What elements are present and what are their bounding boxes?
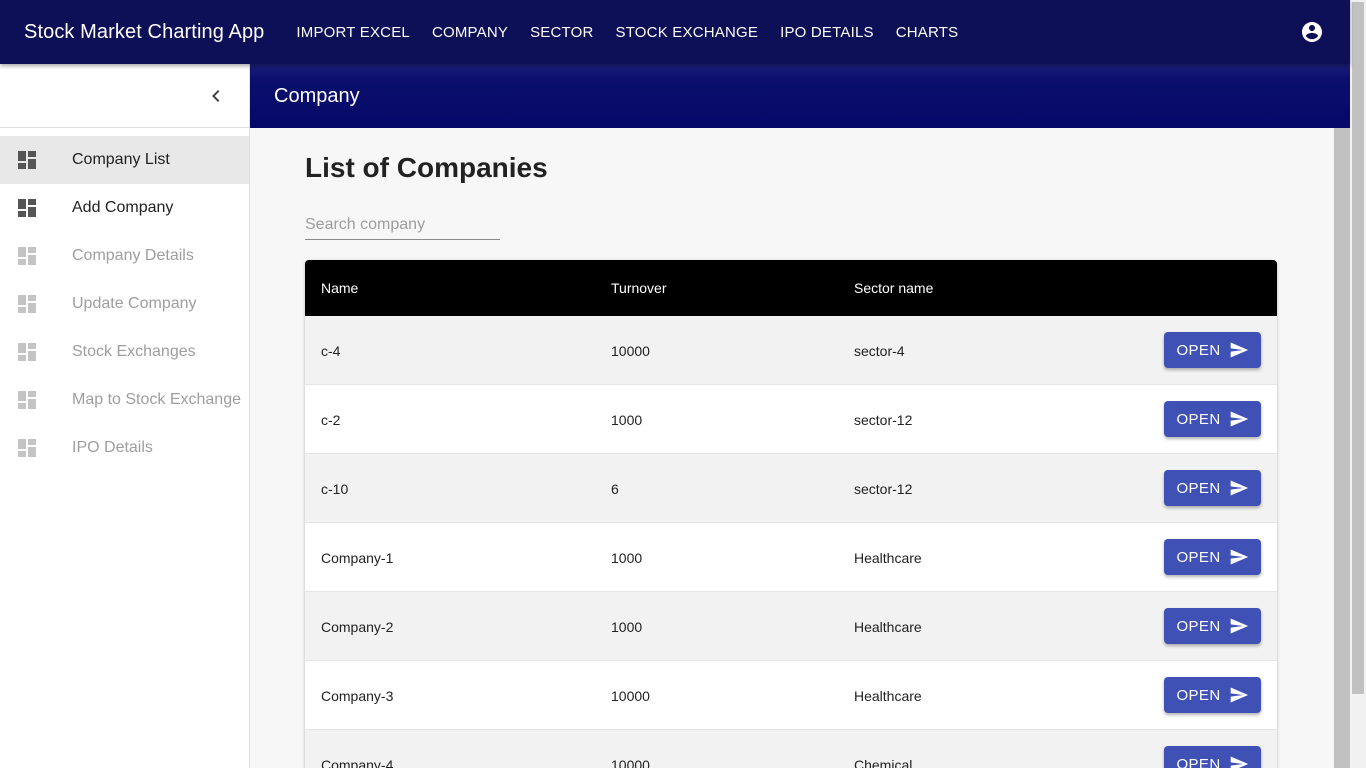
cell-sector: Healthcare (854, 688, 922, 704)
sidebar-item-company-list[interactable]: Company List (0, 136, 249, 184)
page-title: List of Companies (305, 152, 548, 183)
dashboard-icon (18, 199, 36, 217)
table-row: c-2 1000 sector-12 OPEN (305, 385, 1277, 454)
sidebar-item-map-to-stock-exchange: Map to Stock Exchange (0, 376, 249, 424)
section-title: Company (274, 85, 360, 107)
send-icon (1230, 549, 1248, 565)
search-field (305, 212, 500, 240)
main-content: List of Companies Name Turnover Sector n… (250, 128, 1334, 768)
dashboard-icon (18, 391, 36, 409)
open-button[interactable]: OPEN (1164, 677, 1261, 713)
open-button-label: OPEN (1176, 686, 1221, 704)
nav-sector[interactable]: SECTOR (519, 24, 604, 41)
sidebar-item-label: Map to Stock Exchange (72, 391, 241, 408)
search-input[interactable] (305, 212, 500, 238)
cell-name: c-10 (321, 481, 349, 497)
send-icon (1230, 342, 1248, 358)
dashboard-icon (18, 247, 36, 265)
sidebar-item-label: Update Company (72, 295, 197, 312)
cell-sector: Healthcare (854, 550, 922, 566)
sidebar-item-label: Add Company (72, 199, 174, 216)
sidebar-item-label: IPO Details (72, 439, 153, 456)
app-title: Stock Market Charting App (24, 20, 265, 43)
dashboard-icon (18, 151, 36, 169)
send-icon (1230, 687, 1248, 703)
nav-ipo-details[interactable]: IPO DETAILS (769, 24, 885, 41)
open-button-label: OPEN (1176, 410, 1221, 428)
chevron-left-icon[interactable] (204, 84, 228, 108)
sidebar-item-ipo-details: IPO Details (0, 424, 249, 472)
cell-name: Company-1 (321, 550, 394, 566)
cell-name: Company-3 (321, 688, 394, 704)
table-row: Company-3 10000 Healthcare OPEN (305, 661, 1277, 730)
table-row: Company-1 1000 Healthcare OPEN (305, 523, 1277, 592)
nav-company[interactable]: COMPANY (421, 24, 519, 41)
sidebar-header (0, 64, 249, 128)
sidebar-item-label: Company List (72, 151, 170, 168)
company-table: Name Turnover Sector name c-4 10000 sect… (305, 260, 1277, 768)
sidebar-item-label: Company Details (72, 247, 194, 264)
open-button[interactable]: OPEN (1164, 608, 1261, 644)
cell-turnover: 1000 (611, 412, 643, 428)
send-icon (1230, 756, 1248, 768)
column-header-sector: Sector name (854, 280, 934, 296)
content-scrollbar[interactable] (1334, 128, 1350, 768)
table-row: c-10 6 sector-12 OPEN (305, 454, 1277, 523)
sidebar-item-company-details: Company Details (0, 232, 249, 280)
cell-turnover: 10000 (611, 343, 650, 359)
cell-name: Company-2 (321, 619, 394, 635)
cell-sector: sector-12 (854, 412, 913, 428)
column-header-turnover: Turnover (611, 280, 667, 296)
open-button[interactable]: OPEN (1164, 470, 1261, 506)
table-body: c-4 10000 sector-4 OPEN c-2 1000 sector-… (305, 316, 1277, 768)
sidebar-item-stock-exchanges: Stock Exchanges (0, 328, 249, 376)
cell-turnover: 1000 (611, 619, 643, 635)
cell-name: c-2 (321, 412, 341, 428)
open-button-label: OPEN (1176, 479, 1221, 497)
cell-sector: Chemical (854, 757, 913, 768)
top-nav: IMPORT EXCEL COMPANY SECTOR STOCK EXCHAN… (285, 24, 969, 41)
cell-turnover: 6 (611, 481, 619, 497)
cell-turnover: 10000 (611, 688, 650, 704)
open-button-label: OPEN (1176, 341, 1221, 359)
sidebar-item-label: Stock Exchanges (72, 343, 196, 360)
open-button[interactable]: OPEN (1164, 746, 1261, 768)
table-row: c-4 10000 sector-4 OPEN (305, 316, 1277, 385)
open-button-label: OPEN (1176, 548, 1221, 566)
sidebar-menu: Company List Add Company Company Details… (0, 128, 249, 472)
cell-turnover: 10000 (611, 757, 650, 768)
cell-name: Company-4 (321, 757, 394, 768)
send-icon (1230, 411, 1248, 427)
dashboard-icon (18, 439, 36, 457)
open-button[interactable]: OPEN (1164, 401, 1261, 437)
cell-sector: sector-4 (854, 343, 905, 359)
app-bar: Stock Market Charting App IMPORT EXCEL C… (0, 0, 1350, 64)
page-scrollbar-thumb[interactable] (1352, 2, 1364, 694)
nav-stock-exchange[interactable]: STOCK EXCHANGE (605, 24, 770, 41)
dashboard-icon (18, 343, 36, 361)
page-scrollbar[interactable] (1350, 0, 1366, 768)
sidebar-item-update-company: Update Company (0, 280, 249, 328)
send-icon (1230, 480, 1248, 496)
column-header-name: Name (321, 280, 359, 296)
send-icon (1230, 618, 1248, 634)
cell-turnover: 1000 (611, 550, 643, 566)
cell-name: c-4 (321, 343, 341, 359)
nav-charts[interactable]: CHARTS (885, 24, 970, 41)
open-button-label: OPEN (1176, 617, 1221, 635)
open-button[interactable]: OPEN (1164, 332, 1261, 368)
sidebar: Company List Add Company Company Details… (0, 64, 250, 768)
open-button-label: OPEN (1176, 755, 1221, 768)
cell-sector: sector-12 (854, 481, 913, 497)
sidebar-item-add-company[interactable]: Add Company (0, 184, 249, 232)
section-header: Company (250, 64, 1350, 128)
nav-import-excel[interactable]: IMPORT EXCEL (285, 24, 421, 41)
cell-sector: Healthcare (854, 619, 922, 635)
dashboard-icon (18, 295, 36, 313)
open-button[interactable]: OPEN (1164, 539, 1261, 575)
table-row: Company-4 10000 Chemical OPEN (305, 730, 1277, 768)
account-circle-icon[interactable] (1300, 20, 1324, 44)
table-header: Name Turnover Sector name (305, 260, 1277, 316)
table-row: Company-2 1000 Healthcare OPEN (305, 592, 1277, 661)
